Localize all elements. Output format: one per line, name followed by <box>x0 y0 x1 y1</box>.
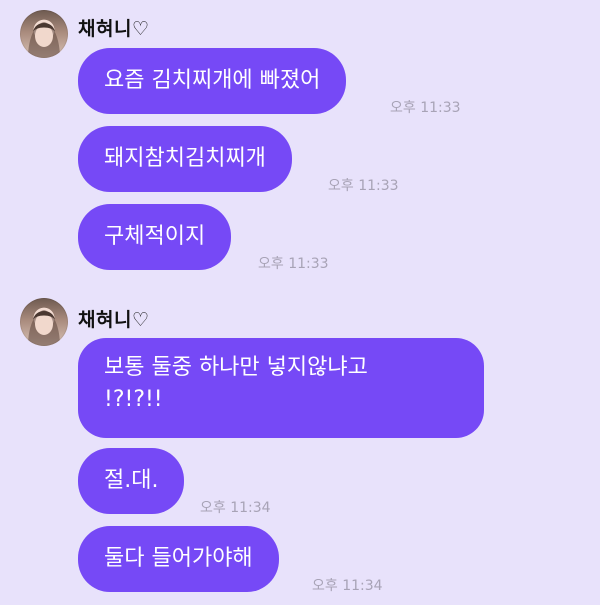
sender-name: 채혀니♡ <box>78 18 150 40</box>
message-timestamp: 오후 11:33 <box>390 100 461 116</box>
message-text: 구체적이지 <box>104 224 206 249</box>
message-timestamp: 오후 11:33 <box>258 256 329 272</box>
message-timestamp: 오후 11:33 <box>328 178 399 194</box>
message-text: !?!?!! <box>104 387 163 412</box>
message-timestamp: 오후 11:34 <box>312 578 383 594</box>
message-text: 요즘 김치찌개에 빠졌어 <box>104 68 321 93</box>
message-text: 둘다 들어가야해 <box>104 546 253 571</box>
message-timestamp: 오후 11:34 <box>200 500 271 516</box>
sender-name: 채혀니♡ <box>78 309 150 331</box>
profile-photo <box>28 310 60 346</box>
message-bubble[interactable]: 보통 둘중 하나만 넣지않냐고 !?!?!! <box>78 338 484 438</box>
message-bubble[interactable]: 둘다 들어가야해 <box>78 526 279 592</box>
sender-avatar[interactable] <box>20 298 68 346</box>
message-bubble[interactable]: 요즘 김치찌개에 빠졌어 <box>78 48 347 114</box>
message-text: 보통 둘중 하나만 넣지않냐고 <box>104 355 368 380</box>
message-bubble[interactable]: 구체적이지 <box>78 204 232 270</box>
message-bubble[interactable]: 절.대. <box>78 448 185 514</box>
message-text: 돼지참치김치찌개 <box>104 146 266 171</box>
message-bubble[interactable]: 돼지참치김치찌개 <box>78 126 292 192</box>
chat-log: 채혀니♡ 요즘 김치찌개에 빠졌어 오후 11:33 돼지참치김치찌개 오후 1… <box>0 0 600 605</box>
message-text: 절.대. <box>104 468 159 493</box>
sender-avatar[interactable] <box>20 10 68 58</box>
profile-photo <box>28 22 60 58</box>
